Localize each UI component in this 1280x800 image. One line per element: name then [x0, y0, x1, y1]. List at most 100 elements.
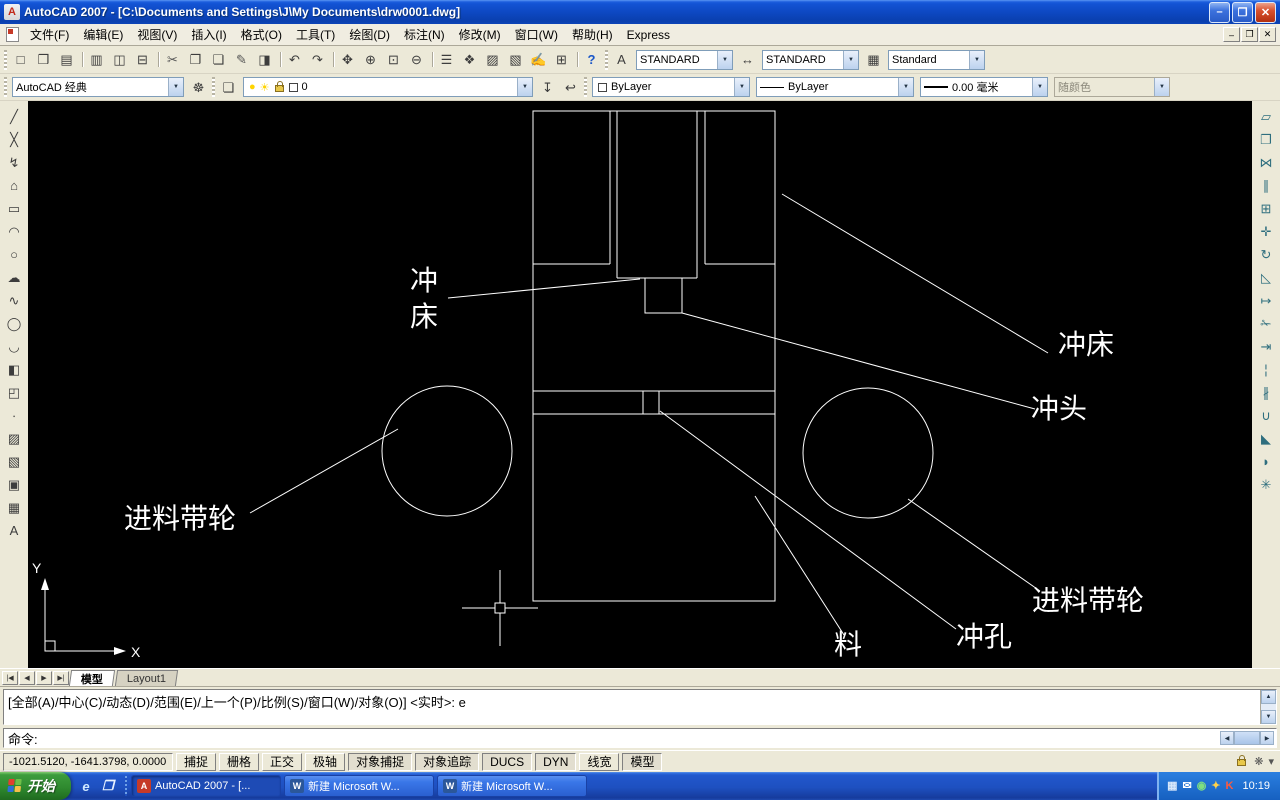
- polyline-icon[interactable]: ↯: [3, 151, 26, 174]
- break-at-point-icon[interactable]: ¦: [1255, 358, 1278, 381]
- lineweight-select[interactable]: 0.00 毫米 ▼: [920, 77, 1048, 97]
- quickcalc-icon[interactable]: ⊞: [550, 48, 573, 71]
- redo-icon[interactable]: ↷: [306, 48, 329, 71]
- properties-icon[interactable]: ☰: [435, 48, 458, 71]
- tray-input-icon[interactable]: ▦: [1167, 780, 1177, 792]
- zoom-window-icon[interactable]: ⊡: [382, 48, 405, 71]
- command-input-line[interactable]: 命令: ◀ ▶: [3, 728, 1277, 748]
- pan-icon[interactable]: ✥: [336, 48, 359, 71]
- extend-icon[interactable]: ⇥: [1255, 335, 1278, 358]
- tool-palettes-icon[interactable]: ▨: [481, 48, 504, 71]
- polygon-icon[interactable]: ⌂: [3, 174, 26, 197]
- tray-k-icon[interactable]: K: [1226, 780, 1234, 792]
- text-style-select[interactable]: STANDARD ▼: [636, 49, 733, 70]
- menu-item[interactable]: 文件(F): [23, 24, 76, 45]
- move-icon[interactable]: ✛: [1255, 220, 1278, 243]
- cut-icon[interactable]: ✂: [161, 48, 184, 71]
- menu-item[interactable]: 标注(N): [397, 24, 452, 45]
- block-editor-icon[interactable]: ◨: [253, 48, 276, 71]
- chevron-down-icon[interactable]: ▼: [1032, 78, 1047, 96]
- rotate-icon[interactable]: ↻: [1255, 243, 1278, 266]
- toolbar-grip[interactable]: [605, 49, 608, 70]
- layer-color-swatch[interactable]: [288, 82, 298, 92]
- trim-icon[interactable]: ✁: [1255, 312, 1278, 335]
- dim-style-icon[interactable]: ↔: [736, 48, 759, 71]
- communication-center-icon[interactable]: ❋: [1254, 755, 1263, 768]
- chevron-down-icon[interactable]: ▼: [898, 78, 913, 96]
- layer-select[interactable]: ● ☀ 0 ▼: [243, 77, 533, 97]
- toolbar-grip[interactable]: [584, 77, 587, 97]
- menu-item[interactable]: 编辑(E): [76, 24, 130, 45]
- toggle-snap[interactable]: 捕捉: [176, 752, 217, 771]
- chevron-down-icon[interactable]: ▼: [717, 50, 732, 69]
- table-style-icon[interactable]: ▦: [862, 48, 885, 71]
- toggle-osnap[interactable]: 对象捕捉: [348, 752, 413, 771]
- mirror-icon[interactable]: ⋈: [1255, 151, 1278, 174]
- linetype-select[interactable]: ByLayer ▼: [756, 77, 914, 97]
- toggle-model[interactable]: 模型: [622, 752, 663, 771]
- toggle-dyn[interactable]: DYN: [535, 752, 577, 771]
- revcloud-icon[interactable]: ☁: [3, 266, 26, 289]
- chevron-down-icon[interactable]: ▼: [843, 50, 858, 69]
- table-icon[interactable]: ▦: [3, 496, 26, 519]
- menu-item[interactable]: 窗口(W): [508, 24, 565, 45]
- color-select[interactable]: ByLayer ▼: [592, 77, 750, 97]
- layer-properties-manager-icon[interactable]: ❏: [217, 76, 240, 99]
- scroll-up-icon[interactable]: ▲: [1261, 690, 1276, 704]
- chevron-down-icon[interactable]: ▼: [168, 78, 183, 96]
- separator[interactable]: [329, 48, 336, 71]
- match-properties-icon[interactable]: ✎: [230, 48, 253, 71]
- tray-network-icon[interactable]: ◉: [1197, 780, 1207, 792]
- designcenter-icon[interactable]: ❖: [458, 48, 481, 71]
- minimize-button[interactable]: –: [1209, 1, 1230, 23]
- zoom-realtime-icon[interactable]: ⊕: [359, 48, 382, 71]
- copy-icon[interactable]: ❐: [184, 48, 207, 71]
- insert-block-icon[interactable]: ◧: [3, 358, 26, 381]
- copy-object-icon[interactable]: ❐: [1255, 128, 1278, 151]
- toolbar-grip[interactable]: [4, 77, 7, 97]
- model-space-canvas[interactable]: Y X 冲 床 冲床 冲头 进料带轮 进料带轮 料 冲孔: [28, 101, 1252, 668]
- stretch-icon[interactable]: ↦: [1255, 289, 1278, 312]
- scroll-down-icon[interactable]: ▼: [1261, 710, 1276, 724]
- menu-item[interactable]: 帮助(H): [565, 24, 620, 45]
- menu-item[interactable]: 插入(I): [184, 24, 233, 45]
- workspace-settings-icon[interactable]: ☸: [187, 76, 210, 99]
- plot-preview-icon[interactable]: ◫: [108, 48, 131, 71]
- paste-icon[interactable]: ❏: [207, 48, 230, 71]
- separator[interactable]: [154, 48, 161, 71]
- menu-item[interactable]: 工具(T): [289, 24, 342, 45]
- toggle-grid[interactable]: 栅格: [219, 752, 260, 771]
- ellipse-arc-icon[interactable]: ◡: [3, 335, 26, 358]
- make-object-layer-current-icon[interactable]: ↧: [536, 76, 559, 99]
- tab-nav-button[interactable]: ▶|: [53, 671, 69, 685]
- close-button[interactable]: ✕: [1255, 1, 1276, 23]
- menu-item[interactable]: 绘图(D): [342, 24, 397, 45]
- chamfer-icon[interactable]: ◣: [1255, 427, 1278, 450]
- layer-lock-icon[interactable]: [274, 80, 284, 92]
- qnew-icon[interactable]: □: [9, 48, 32, 71]
- menu-item[interactable]: 格式(O): [234, 24, 289, 45]
- toggle-otrack[interactable]: 对象追踪: [415, 752, 480, 771]
- layer-freeze-icon[interactable]: ☀: [260, 81, 270, 94]
- spline-icon[interactable]: ∿: [3, 289, 26, 312]
- separator[interactable]: [276, 48, 283, 71]
- status-tray-arrow-icon[interactable]: ▾: [1268, 755, 1274, 768]
- tab-model[interactable]: 模型: [68, 670, 116, 686]
- open-icon[interactable]: ❒: [32, 48, 55, 71]
- toolbar-grip[interactable]: [4, 49, 7, 70]
- restore-button[interactable]: ❐: [1232, 1, 1253, 23]
- markup-set-manager-icon[interactable]: ✍: [527, 48, 550, 71]
- coordinate-display[interactable]: -1021.5120, -1641.3798, 0.0000: [3, 752, 173, 771]
- join-icon[interactable]: ∪: [1255, 404, 1278, 427]
- task-word-2[interactable]: W 新建 Microsoft W...: [437, 775, 587, 797]
- toolbar-grip[interactable]: [212, 77, 215, 97]
- zoom-previous-icon[interactable]: ⊖: [405, 48, 428, 71]
- mtext-icon[interactable]: A: [3, 519, 26, 542]
- help-icon[interactable]: ?: [580, 48, 603, 71]
- sheet-set-manager-icon[interactable]: ▧: [504, 48, 527, 71]
- toggle-polar[interactable]: 极轴: [305, 752, 346, 771]
- dim-style-select[interactable]: STANDARD ▼: [762, 49, 859, 70]
- mdi-minimize-button[interactable]: –: [1223, 27, 1240, 42]
- scroll-left-icon[interactable]: ◀: [1220, 731, 1234, 745]
- arc-icon[interactable]: ◠: [3, 220, 26, 243]
